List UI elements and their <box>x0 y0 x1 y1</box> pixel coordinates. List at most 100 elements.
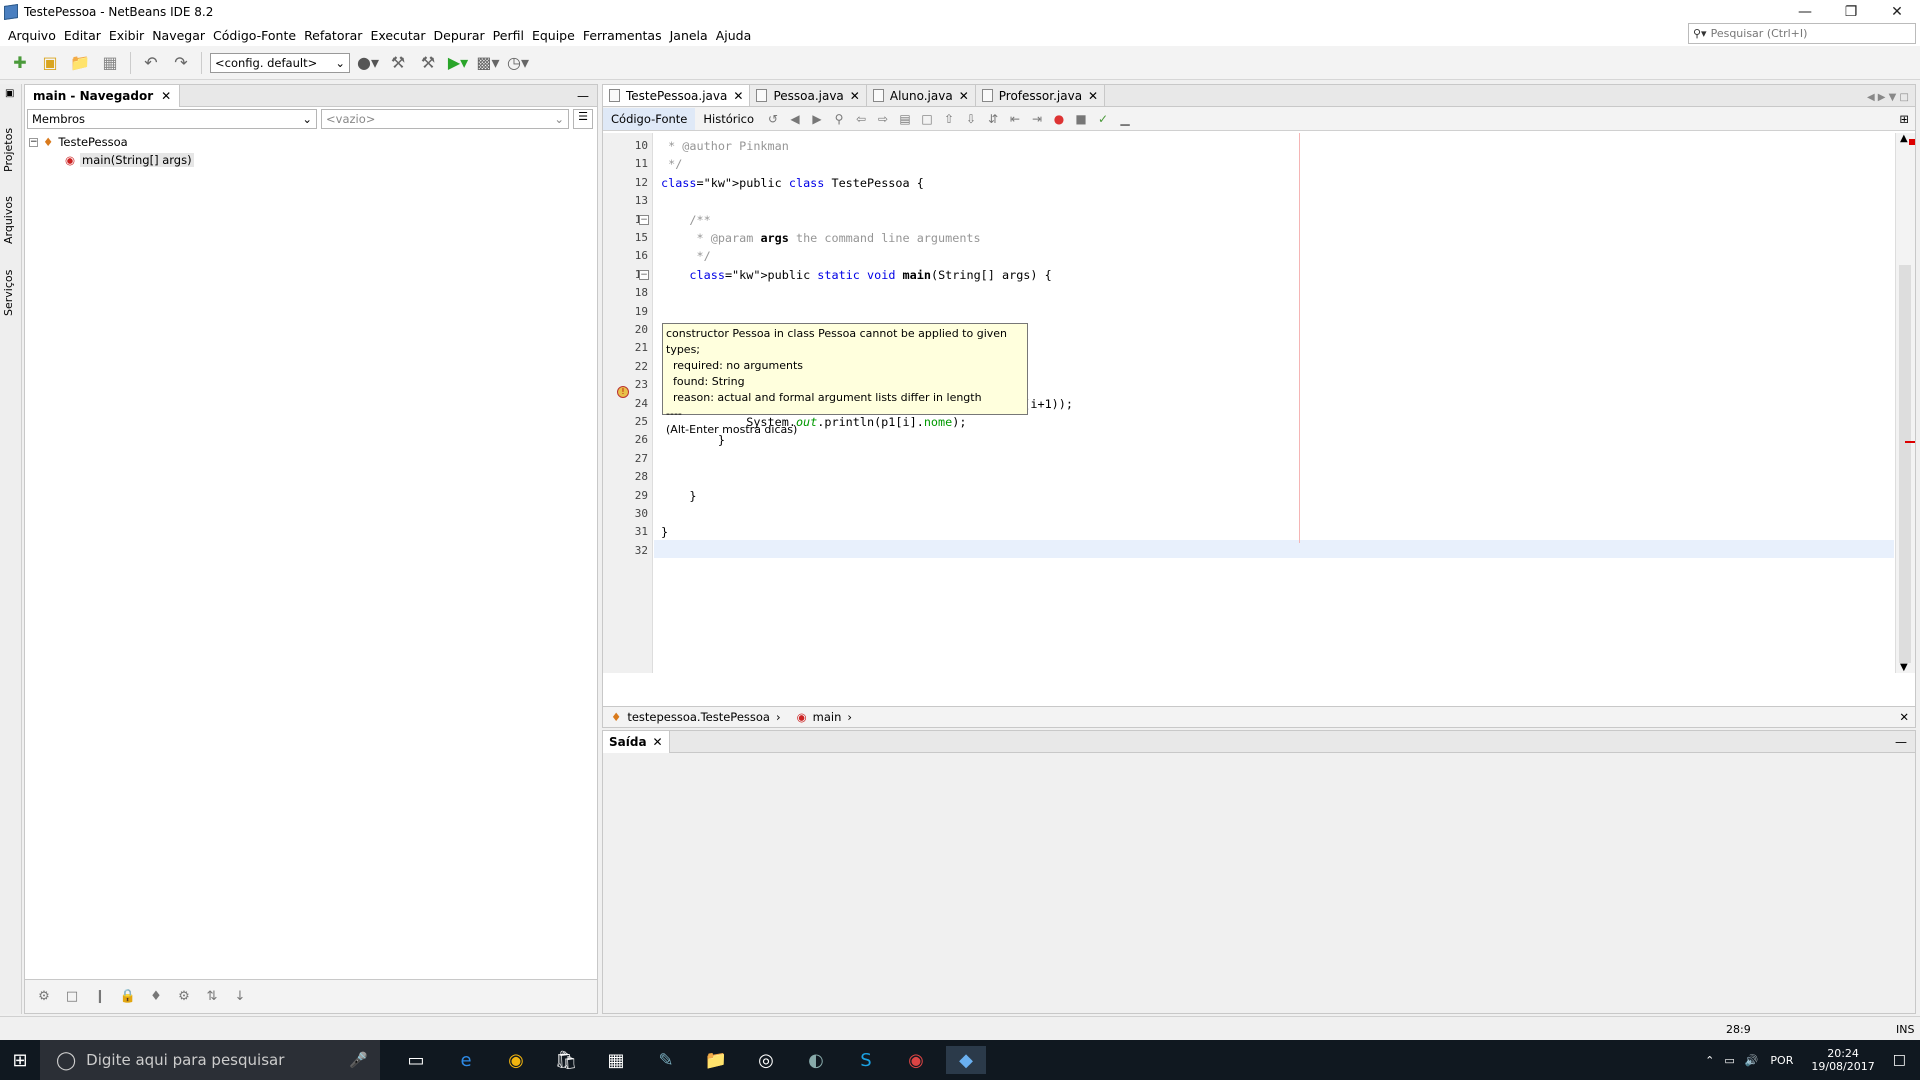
minimize-panel-icon[interactable]: — <box>1895 735 1907 749</box>
menu-editar[interactable]: Editar <box>60 28 105 43</box>
close-window-button[interactable]: ✕ <box>1874 0 1920 24</box>
find-icon[interactable]: ⚲ <box>828 109 850 129</box>
microphone-icon[interactable]: 🎤 <box>349 1051 368 1069</box>
close-icon[interactable]: ✕ <box>653 735 663 749</box>
error-lightbulb-icon[interactable]: ! <box>617 386 629 398</box>
store-icon[interactable]: 🛍 <box>546 1046 586 1074</box>
side-tab-servicos[interactable]: Serviços <box>2 270 15 316</box>
menu-arquivo[interactable]: Arquivo <box>4 28 60 43</box>
tree-row-method[interactable]: ◉ main(String[] args) <box>29 151 194 169</box>
debug-icon[interactable]: ▩▾ <box>476 51 500 75</box>
menu-refatorar[interactable]: Refatorar <box>300 28 366 43</box>
comment-icon[interactable]: ✓ <box>1092 109 1114 129</box>
minimize-button[interactable]: — <box>1782 0 1828 24</box>
breadcrumb-class[interactable]: testepessoa.TestePessoa <box>627 710 770 724</box>
history-button[interactable]: Histórico <box>695 108 762 130</box>
filter-options-icon[interactable]: ☰ <box>573 109 593 129</box>
tab-professor-java[interactable]: Professor.java ✕ <box>975 85 1106 106</box>
close-icon[interactable]: ✕ <box>733 89 743 103</box>
notes-icon[interactable]: ✎ <box>646 1046 686 1074</box>
close-icon[interactable]: ✕ <box>850 89 860 103</box>
restore-button[interactable]: ❐ <box>1828 0 1874 24</box>
prev-bookmark-icon[interactable]: ⇧ <box>938 109 960 129</box>
tray-chevron-icon[interactable]: ⌃ <box>1705 1054 1714 1067</box>
clock[interactable]: 20:24 19/08/2017 <box>1811 1047 1874 1073</box>
language-indicator[interactable]: POR <box>1770 1054 1793 1067</box>
source-button[interactable]: Código-Fonte <box>603 107 696 130</box>
menu-equipe[interactable]: Equipe <box>528 28 579 43</box>
open-project-icon[interactable]: 📁 <box>68 51 92 75</box>
menu-codigo-fonte[interactable]: Código-Fonte <box>209 28 300 43</box>
network-icon[interactable]: ▭ <box>1724 1054 1734 1067</box>
profile-icon[interactable]: ◷▾ <box>506 51 530 75</box>
tree-row-class[interactable]: − ♦ TestePessoa <box>29 133 194 151</box>
notifications-icon[interactable]: □ <box>1893 1052 1906 1068</box>
menu-janela[interactable]: Janela <box>666 28 712 43</box>
media-icon[interactable]: ◎ <box>746 1046 786 1074</box>
tab-nav-icons[interactable]: ◀ ▶ ▼ □ <box>1867 92 1909 103</box>
toggle-highlight-icon[interactable]: ▤ <box>894 109 916 129</box>
netbeans-taskbar-icon[interactable]: ◆ <box>946 1046 986 1074</box>
filter-combo[interactable]: <vazio> ⌄ <box>321 109 569 129</box>
output-tab[interactable]: Saída ✕ <box>603 730 670 753</box>
close-icon[interactable]: ✕ <box>1088 89 1098 103</box>
config-select[interactable]: <config. default> ⌄ <box>210 52 350 73</box>
last-edit-icon[interactable]: ↺ <box>762 109 784 129</box>
file-explorer-icon[interactable]: 📁 <box>696 1046 736 1074</box>
menu-perfil[interactable]: Perfil <box>489 28 528 43</box>
close-icon[interactable]: ✕ <box>161 89 171 103</box>
chrome-profile-icon[interactable]: ◉ <box>896 1046 936 1074</box>
show-fields-icon[interactable]: □ <box>61 987 83 1007</box>
show-inherited-icon[interactable]: ⚙ <box>33 987 55 1007</box>
new-project-icon[interactable]: ▣ <box>38 51 62 75</box>
scroll-down-icon[interactable]: ▼ <box>1900 662 1908 673</box>
next-bookmark-icon[interactable]: ⇩ <box>960 109 982 129</box>
menu-depurar[interactable]: Depurar <box>430 28 489 43</box>
uncomment-icon[interactable]: ▁ <box>1114 109 1136 129</box>
record-macro-icon[interactable]: ● <box>1048 109 1070 129</box>
editor-scrollbar[interactable]: ▲ ▼ <box>1895 133 1915 673</box>
chrome-icon[interactable]: ◉ <box>496 1046 536 1074</box>
eclipse-icon[interactable]: ◐ <box>796 1046 836 1074</box>
calculator-icon[interactable]: ▦ <box>596 1046 636 1074</box>
error-mark[interactable] <box>1905 441 1915 443</box>
minimize-panel-icon[interactable]: — <box>577 89 589 103</box>
scroll-thumb[interactable] <box>1899 265 1911 663</box>
sort-by-name-icon[interactable]: ⇅ <box>201 987 223 1007</box>
tab-aluno-java[interactable]: Aluno.java ✕ <box>866 85 976 106</box>
menu-executar[interactable]: Executar <box>366 28 429 43</box>
fold-toggle-icon[interactable]: − <box>639 214 649 225</box>
error-summary-icon[interactable] <box>1909 139 1915 145</box>
menu-navegar[interactable]: Navegar <box>148 28 209 43</box>
find-next-icon[interactable]: ⇨ <box>872 109 894 129</box>
shift-right-icon[interactable]: ⇥ <box>1026 109 1048 129</box>
taskbar-search[interactable]: ◯ Digite aqui para pesquisar 🎤 <box>40 1040 380 1080</box>
back-icon[interactable]: ◀ <box>784 109 806 129</box>
toggle-rect-icon[interactable]: □ <box>916 109 938 129</box>
save-all-icon[interactable]: ▦ <box>98 51 122 75</box>
run-icon[interactable]: ▶▾ <box>446 51 470 75</box>
new-file-icon[interactable]: ✚ <box>8 51 32 75</box>
show-private-icon[interactable]: 🔒 <box>117 987 139 1007</box>
show-static-icon[interactable]: ❙ <box>89 987 111 1007</box>
navigator-tab[interactable]: main - Navegador ✕ <box>25 84 181 107</box>
toggle-bookmark-icon[interactable]: ⇵ <box>982 109 1004 129</box>
windows-start-icon[interactable]: ⊞ <box>0 1046 40 1074</box>
collapse-icon[interactable]: − <box>29 137 38 147</box>
tab-testepessoa-java[interactable]: TestePessoa.java ✕ <box>603 85 751 106</box>
close-icon[interactable]: ✕ <box>1899 710 1909 724</box>
scroll-up-icon[interactable]: ▲ <box>1900 133 1908 144</box>
fold-toggle-icon[interactable]: − <box>639 269 649 280</box>
menu-exibir[interactable]: Exibir <box>105 28 148 43</box>
members-combo[interactable]: Membros ⌄ <box>27 109 317 129</box>
sort-by-source-icon[interactable]: ↓ <box>229 987 251 1007</box>
clean-build-icon[interactable]: ⚒ <box>416 51 440 75</box>
edge-icon[interactable]: e <box>446 1046 486 1074</box>
tab-pessoa-java[interactable]: Pessoa.java ✕ <box>750 85 867 106</box>
show-inner-icon[interactable]: ♦ <box>145 987 167 1007</box>
menu-ajuda[interactable]: Ajuda <box>712 28 756 43</box>
fqn-icon[interactable]: ⚙ <box>173 987 195 1007</box>
quick-search-input[interactable]: ⚲▾ Pesquisar (Ctrl+I) <box>1688 23 1916 44</box>
side-tab-projetos[interactable]: Projetos <box>2 128 15 172</box>
task-view-icon[interactable]: ▭ <box>396 1046 436 1074</box>
